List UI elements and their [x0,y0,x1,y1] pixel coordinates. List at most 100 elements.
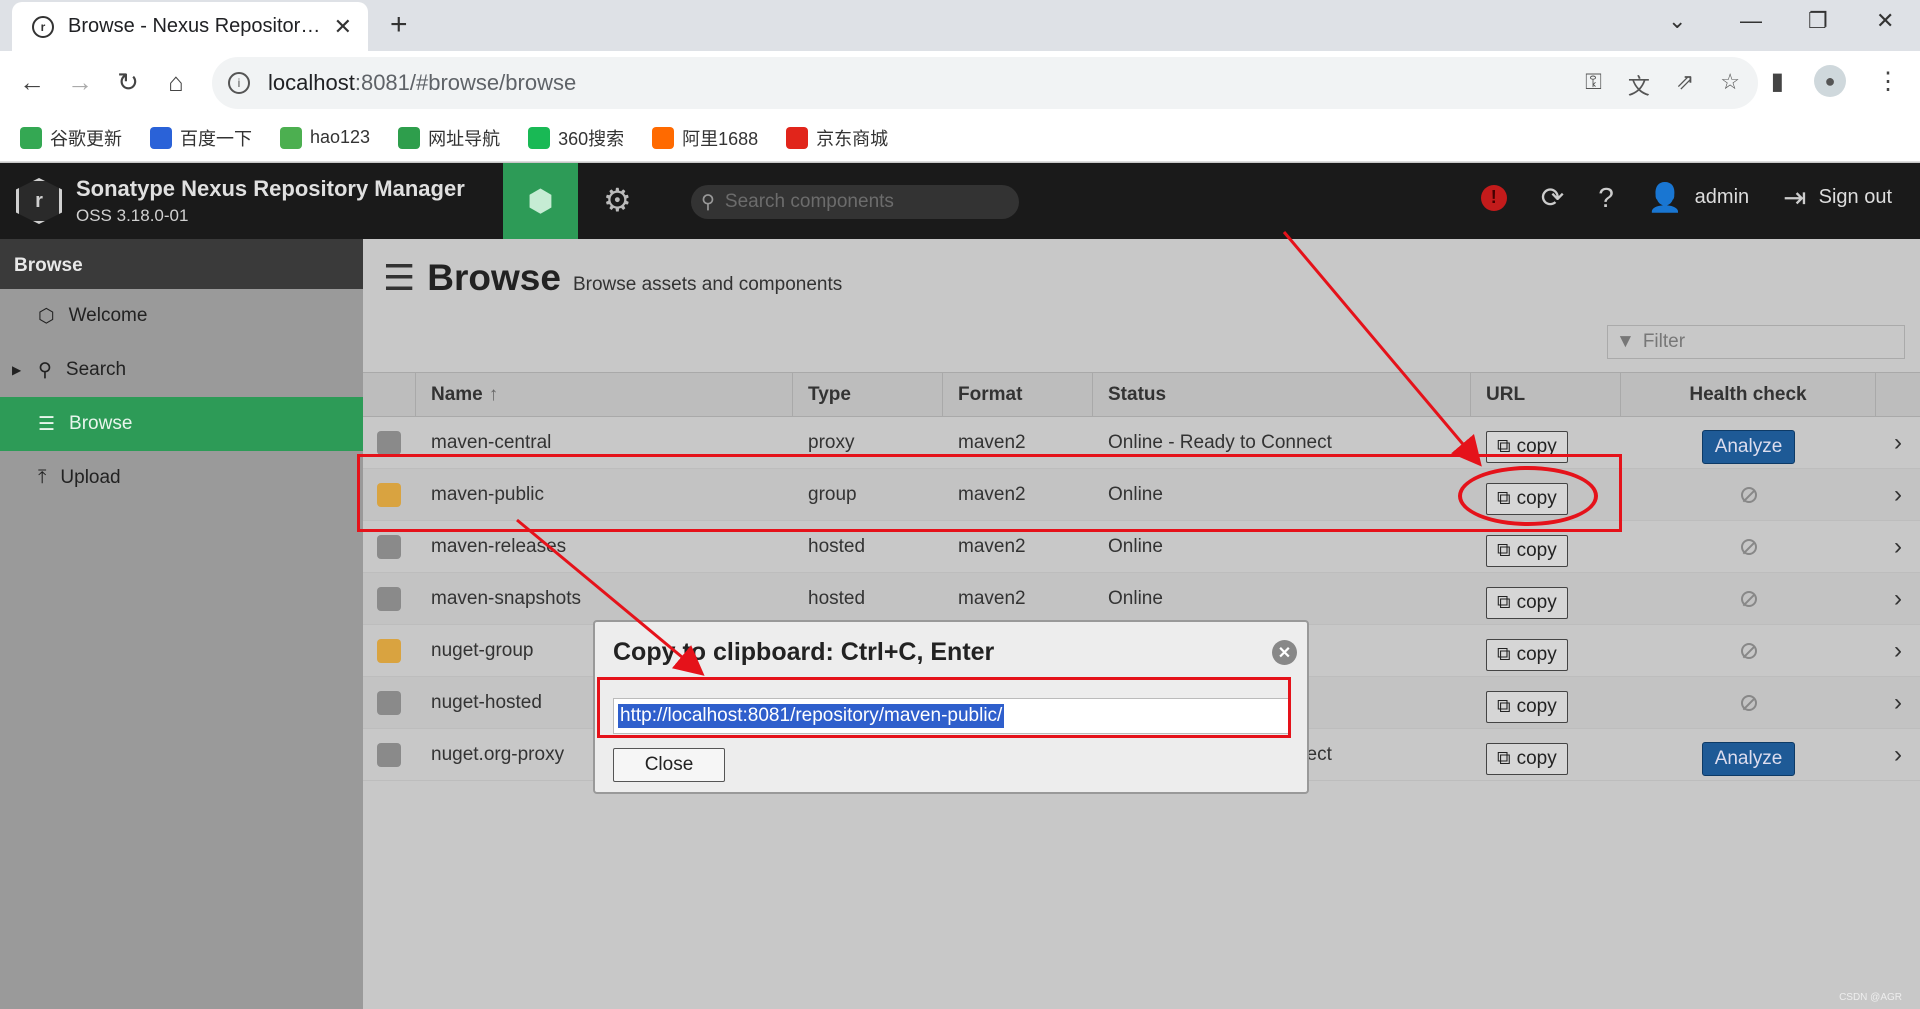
annotation-url-highlight [597,677,1291,738]
bookmark-favicon-icon [20,126,42,149]
column-url[interactable]: URL [1471,373,1621,416]
health-check-cell: Analyze [1621,729,1876,780]
sidebar-item-upload[interactable]: ⤒ Upload [0,451,363,505]
expand-caret-icon[interactable]: ▶ [12,363,21,377]
copy-url-button[interactable]: ⧉ copy [1486,690,1568,723]
help-icon[interactable]: ? [1598,182,1614,214]
repo-icon-cell [363,625,416,676]
database-repo-icon [377,742,401,767]
dialog-close-icon[interactable]: ✕ [1272,640,1297,665]
restore-icon[interactable]: ❐ [1808,8,1828,34]
bookmark-item[interactable]: 360搜索 [528,125,624,151]
database-icon: ☰ [383,257,416,298]
tab-search-chevron-icon[interactable]: ⌄ [1668,8,1686,34]
row-chevron-icon[interactable]: › [1876,677,1920,728]
table-row[interactable]: maven-snapshots hosted maven2 Online ⧉ copy › [363,573,1920,625]
column-health-check[interactable]: Health check [1621,373,1876,416]
bookmark-item[interactable]: hao123 [280,126,370,149]
repo-format: maven2 [958,587,1026,609]
database-repo-icon [377,690,401,715]
refresh-icon[interactable]: ⟳ [1541,181,1564,214]
dialog-title: Copy to clipboard: Ctrl+C, Enter [613,637,995,666]
annotation-row-highlight [357,454,1622,532]
bookmark-item[interactable]: 京东商城 [786,125,888,151]
database-repo-icon [377,534,401,559]
share-icon[interactable]: ⇗ [1676,69,1694,101]
sign-out-button[interactable]: ⇥ Sign out [1783,181,1892,214]
column-format[interactable]: Format [943,373,1093,416]
repo-url-cell: ⧉ copy [1471,573,1621,624]
browse-mode-button[interactable]: ⬢ [503,163,578,239]
column-status[interactable]: Status [1093,373,1471,416]
copy-url-button[interactable]: ⧉ copy [1486,586,1568,619]
row-chevron-icon[interactable]: › [1876,573,1920,624]
bookmark-item[interactable]: 网址导航 [398,125,500,151]
app-version: OSS 3.18.0-01 [76,206,189,225]
username: admin [1694,186,1750,208]
url-field[interactable]: i localhost:8081/#browse/browse ⚿ 文 ⇗ ☆ [212,57,1758,109]
repo-type: hosted [808,587,866,609]
database-repo-icon [377,586,401,611]
app-title: Sonatype Nexus Repository Manager [76,176,465,201]
bookmark-item[interactable]: 阿里1688 [652,125,758,151]
translate-icon[interactable]: 文 [1628,69,1650,101]
dialog-close-button[interactable]: Close [613,748,725,782]
copy-url-button[interactable]: ⧉ copy [1486,534,1568,567]
row-chevron-icon[interactable]: › [1876,521,1920,572]
home-icon[interactable]: ⌂ [152,67,200,98]
filter-input[interactable]: ▼ Filter [1607,325,1905,359]
user-menu[interactable]: 👤 admin [1648,181,1749,214]
close-tab-icon[interactable]: ✕ [334,14,352,40]
side-panel-icon[interactable]: ▮ [1771,67,1784,96]
sort-asc-icon: ↑ [488,383,499,405]
browser-tab[interactable]: r Browse - Nexus Repository Manager ✕ [12,2,368,51]
health-check-cell: Analyze [1621,417,1876,468]
bookmark-star-icon[interactable]: ☆ [1720,69,1740,101]
close-window-icon[interactable]: ✕ [1876,8,1894,34]
copy-url-button[interactable]: ⧉ copy [1486,638,1568,671]
bookmark-item[interactable]: 谷歌更新 [20,125,122,151]
copy-url-button[interactable]: ⧉ copy [1486,742,1568,775]
row-chevron-icon[interactable]: › [1876,417,1920,468]
bookmark-favicon-icon [652,126,675,149]
health-check-cell [1621,677,1876,728]
sidebar-item-welcome[interactable]: ⬡ Welcome [0,289,363,343]
administration-gear-icon[interactable]: ⚙ [603,181,632,219]
row-chevron-icon[interactable]: › [1876,729,1920,780]
column-name[interactable]: Name ↑ [416,373,793,416]
site-info-icon[interactable]: i [228,72,250,94]
url-text: localhost:8081/#browse/browse [268,70,577,95]
reload-icon[interactable]: ↻ [104,67,152,98]
sign-out-icon: ⇥ [1783,182,1807,213]
system-alert-icon[interactable]: ! [1480,184,1507,211]
sidebar-item-browse[interactable]: ☰ Browse [0,397,363,451]
column-type[interactable]: Type [793,373,943,416]
row-chevron-icon[interactable]: › [1876,625,1920,676]
grid-header: Name ↑ Type Format Status URL Health chec… [363,372,1920,417]
row-chevron-icon[interactable]: › [1876,469,1920,520]
analyze-button[interactable]: Analyze [1701,429,1796,464]
search-components-input[interactable]: ⚲ Search components [691,185,1019,219]
profile-avatar-icon[interactable]: ● [1814,65,1846,97]
nexus-favicon-icon: r [32,15,54,38]
page-subtitle: Browse assets and components [572,274,843,295]
copy-icon: ⧉ [1497,747,1511,769]
key-icon[interactable]: ⚿ [1585,69,1602,101]
analyze-button[interactable]: Analyze [1701,741,1796,776]
bookmark-item[interactable]: 百度一下 [150,125,252,151]
browser-menu-icon[interactable]: ⋮ [1876,67,1900,96]
filter-icon: ▼ [1616,331,1635,352]
bookmark-favicon-icon [786,126,809,149]
search-icon: ⚲ [701,191,715,213]
bookmark-favicon-icon [280,126,302,149]
nexus-logo-icon[interactable]: r [16,178,62,224]
back-icon[interactable]: ← [8,67,56,98]
bookmark-favicon-icon [150,126,172,149]
minimize-icon[interactable]: — [1740,8,1762,34]
sidebar-item-search[interactable]: ▶ ⚲ Search [0,343,363,397]
new-tab-icon[interactable]: + [390,8,408,42]
forward-icon[interactable]: → [56,67,104,98]
repo-status: Online [1108,587,1163,609]
not-available-icon [1740,590,1757,607]
user-icon: 👤 [1647,182,1683,213]
